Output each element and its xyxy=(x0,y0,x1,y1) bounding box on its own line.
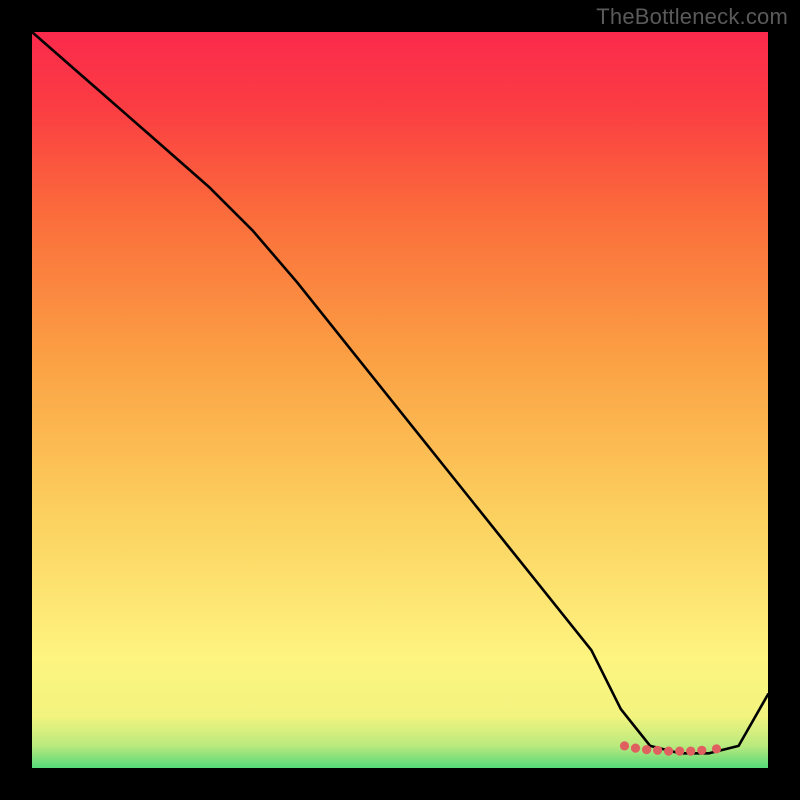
gradient-background xyxy=(32,32,768,768)
marker-dot xyxy=(712,744,721,753)
marker-dot xyxy=(675,747,684,756)
watermark-text: TheBottleneck.com xyxy=(596,4,788,30)
marker-dot xyxy=(697,746,706,755)
marker-dot xyxy=(631,744,640,753)
chart-frame: TheBottleneck.com xyxy=(0,0,800,800)
marker-dot xyxy=(664,747,673,756)
plot-area xyxy=(32,32,768,768)
chart-svg xyxy=(32,32,768,768)
marker-dot xyxy=(653,746,662,755)
marker-dot xyxy=(642,745,651,754)
marker-dot xyxy=(620,741,629,750)
marker-dot xyxy=(686,747,695,756)
